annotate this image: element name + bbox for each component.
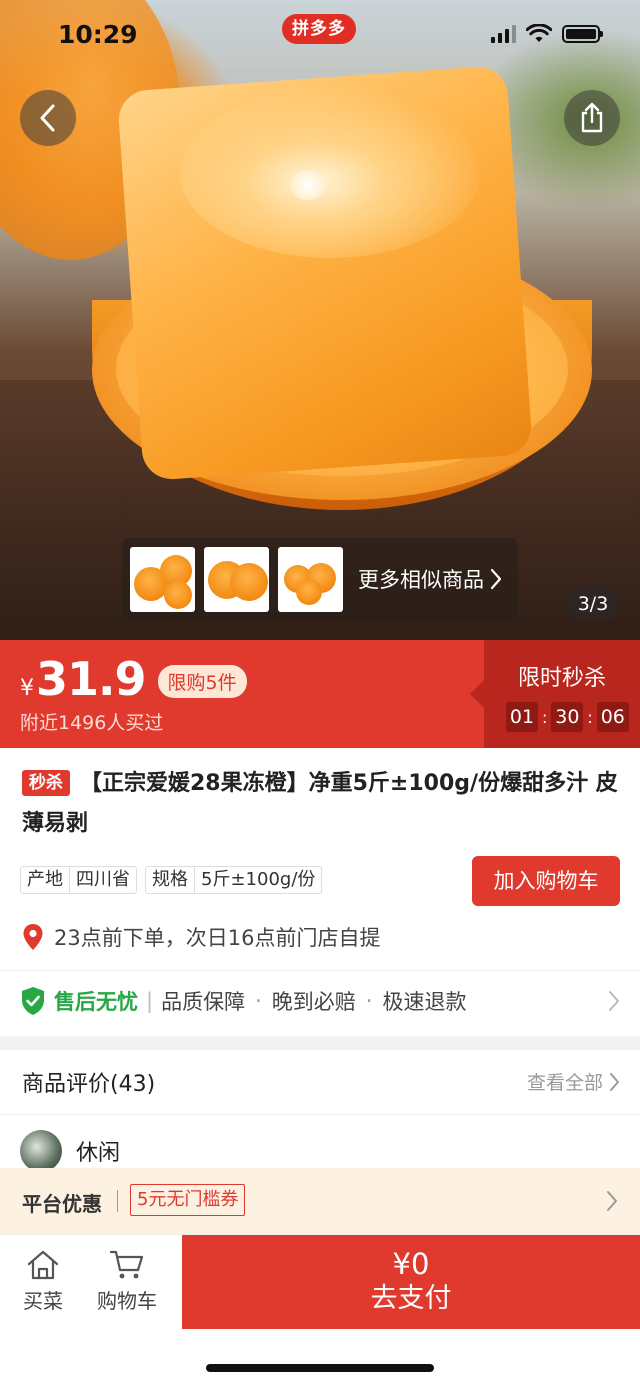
checkout-amount: ¥0: [392, 1247, 430, 1281]
nav-home-button[interactable]: 买菜: [20, 1249, 66, 1314]
chevron-right-icon: [490, 568, 502, 590]
wifi-icon: [526, 24, 552, 42]
after-sales-guarantee[interactable]: 售后无忧 | 品质保障 · 晚到必赔 · 极速退款: [20, 986, 620, 1016]
flash-sale-panel: 限时秒杀 01 : 30 : 06: [470, 640, 640, 748]
nav-home-label: 买菜: [23, 1289, 63, 1313]
coupon-badge[interactable]: 5元无门槛券: [130, 1184, 246, 1216]
chevron-right-icon: [607, 1191, 617, 1211]
product-title-block: 秒杀 【正宗爱媛28果冻橙】净重5斤±100g/份爆甜多汁 皮薄易剥: [22, 764, 622, 844]
orange-core: [290, 170, 326, 200]
flash-sale-title: 限时秒杀: [517, 666, 606, 691]
divider: [0, 1114, 640, 1115]
guarantee-dot: ·: [255, 989, 262, 1013]
countdown-seconds: 06: [596, 702, 629, 732]
brand-badge: 拼多多: [282, 14, 356, 44]
countdown-separator: :: [542, 707, 548, 727]
guarantee-item: 晚到必赔: [271, 990, 356, 1014]
checkout-label: 去支付: [370, 1283, 452, 1314]
see-all-reviews-link[interactable]: 查看全部: [527, 1068, 620, 1095]
price-section: ¥ 31.9 限购5件 附近1496人买过: [20, 652, 247, 735]
spec-value: 四川省: [69, 867, 136, 893]
similar-thumbnail[interactable]: [278, 546, 343, 612]
shield-check-icon: [22, 987, 44, 1015]
status-icons: [491, 24, 603, 44]
cellular-signal-icon: [491, 25, 516, 43]
spec-size: 规格 5斤±100g/份: [145, 866, 323, 894]
chevron-right-icon: [609, 991, 619, 1011]
similar-thumbnail[interactable]: [130, 546, 195, 612]
product-specs: 产地 四川省 规格 5斤±100g/份: [20, 866, 323, 894]
nav-cart-button[interactable]: 购物车: [92, 1249, 162, 1314]
see-all-label: 查看全部: [526, 1072, 603, 1094]
home-icon: [27, 1250, 59, 1280]
similar-thumbnail[interactable]: [204, 546, 269, 612]
pickup-text: 23点前下单，次日16点前门店自提: [54, 926, 381, 950]
location-pin-icon: [23, 924, 43, 950]
price-bar: ¥ 31.9 限购5件 附近1496人买过 限时秒杀 01 : 30 : 06: [0, 640, 640, 748]
section-gap: [0, 1036, 640, 1050]
bottom-action-bar: 买菜 购物车 ¥0 去支付: [0, 1234, 640, 1329]
review-item[interactable]: 休闲: [20, 1130, 120, 1172]
more-similar-label: 更多相似商品: [358, 568, 484, 592]
guarantee-dot: ·: [365, 989, 373, 1013]
promo-separator: [117, 1190, 118, 1212]
image-counter: 3/3: [566, 588, 620, 620]
reviews-title: 商品评价(43): [22, 1072, 156, 1097]
guarantee-separator: |: [146, 989, 154, 1013]
promo-title: 平台优惠: [22, 1192, 102, 1216]
share-icon: [581, 102, 603, 133]
avatar: [20, 1130, 62, 1172]
home-indicator: [206, 1364, 434, 1372]
currency-symbol: ¥: [20, 676, 34, 701]
spec-key: 产地: [27, 869, 63, 890]
divider: [0, 970, 640, 971]
share-button[interactable]: [564, 90, 620, 146]
platform-promo-bar[interactable]: 平台优惠 5元无门槛券: [0, 1168, 640, 1234]
chevron-right-icon: [610, 1072, 619, 1091]
battery-icon: [562, 25, 603, 43]
status-time: 10:29: [58, 20, 138, 49]
purchase-limit-badge: 限购5件: [157, 665, 247, 698]
spec-origin: 产地 四川省: [20, 866, 137, 894]
checkout-button[interactable]: ¥0 去支付: [182, 1235, 640, 1329]
guarantee-item: 品质保障: [161, 990, 246, 1014]
add-to-cart-button[interactable]: 加入购物车: [472, 856, 620, 906]
nav-cart-label: 购物车: [97, 1289, 157, 1313]
guarantee-item: 极速退款: [382, 990, 467, 1014]
flash-sale-tag: 秒杀: [22, 770, 70, 796]
shopping-cart-icon: [109, 1250, 144, 1279]
pickup-info: 23点前下单，次日16点前门店自提: [22, 922, 380, 952]
spec-key: 规格: [152, 869, 188, 890]
orange-cube-top: [180, 88, 480, 258]
spec-value: 5斤±100g/份: [194, 867, 321, 893]
product-title: 【正宗爱媛28果冻橙】净重5斤±100g/份爆甜多汁 皮薄易剥: [22, 771, 618, 836]
similar-products-strip[interactable]: 更多相似商品: [122, 538, 518, 620]
countdown-hours: 01: [506, 702, 538, 732]
bought-count: 附近1496人买过: [20, 712, 164, 734]
chevron-left-icon: [40, 104, 55, 132]
countdown-minutes: 30: [551, 702, 584, 732]
price-amount: 31.9: [36, 652, 146, 706]
reviews-header: 商品评价(43) 查看全部: [22, 1066, 620, 1098]
reviewer-name: 休闲: [76, 1141, 121, 1166]
back-button[interactable]: [20, 90, 76, 146]
guarantee-title: 售后无忧: [54, 990, 138, 1014]
countdown-timer: 01 : 30 : 06: [506, 702, 629, 732]
more-similar-link[interactable]: 更多相似商品: [358, 564, 502, 594]
countdown-separator: :: [587, 707, 593, 727]
